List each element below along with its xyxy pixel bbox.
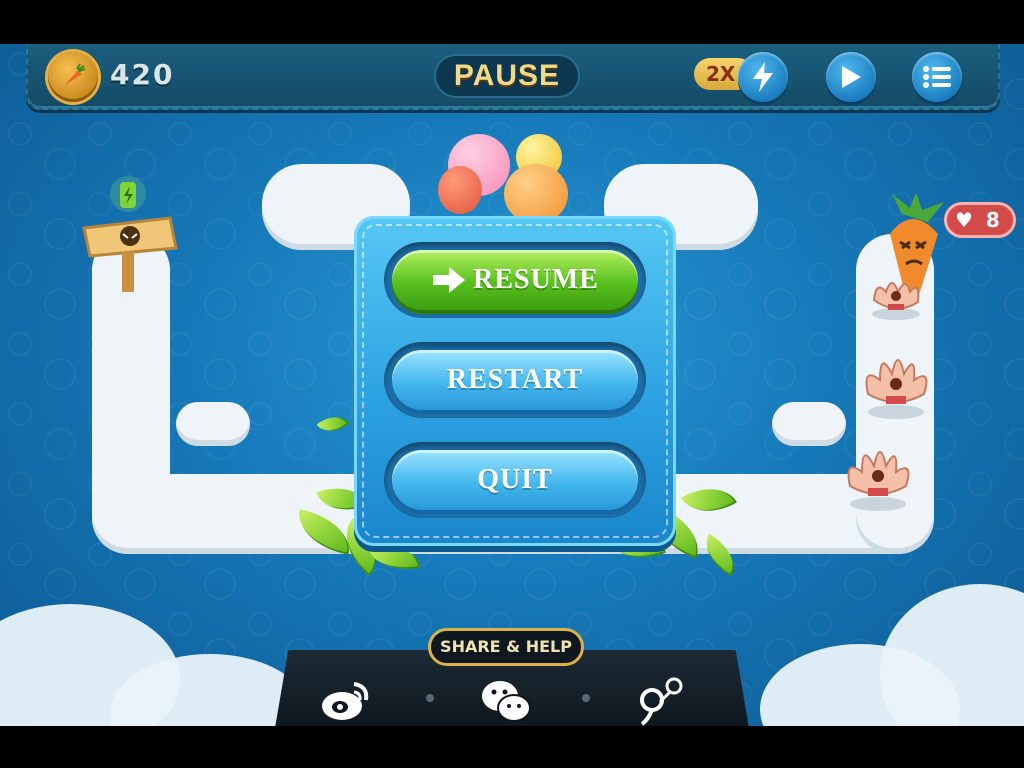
- lives-count: 8: [985, 208, 1000, 232]
- weibo-icon[interactable]: [318, 672, 374, 726]
- play-icon: [842, 66, 861, 88]
- speed-lightning-button[interactable]: [738, 52, 788, 102]
- arrow-right-icon: [433, 266, 466, 293]
- small-cloud: [176, 402, 250, 446]
- resume-slot: RESUME: [384, 242, 646, 318]
- menu-button[interactable]: [912, 52, 962, 102]
- top-hud: 420 PAUSE 2X: [26, 44, 1000, 110]
- monster-spawn-sign: [80, 174, 180, 298]
- pause-dialog: RESUME RESTART QUIT: [354, 216, 676, 546]
- heart-icon: ♥: [955, 208, 973, 232]
- separator-dot: [582, 694, 590, 702]
- play-button[interactable]: [826, 52, 876, 102]
- quit-slot: QUIT: [384, 442, 646, 518]
- lightning-icon: [753, 62, 773, 92]
- gold-counter: 420: [110, 58, 175, 91]
- restart-button[interactable]: RESTART: [392, 350, 638, 410]
- monster: [866, 270, 926, 324]
- balloon: [438, 166, 482, 214]
- carrot-coin-icon: [48, 52, 98, 102]
- balloon: [504, 164, 568, 224]
- resume-label: RESUME: [473, 264, 599, 295]
- tencent-weibo-icon[interactable]: [634, 672, 690, 726]
- lives-badge: ♥ 8: [944, 202, 1016, 238]
- share-help-label: SHARE & HELP: [428, 628, 584, 666]
- resume-button[interactable]: RESUME: [392, 250, 638, 310]
- monster: [840, 436, 916, 516]
- pause-title: PAUSE: [434, 54, 580, 98]
- separator-dot: [426, 694, 434, 702]
- wechat-icon[interactable]: [478, 672, 534, 726]
- small-cloud: [772, 402, 846, 446]
- game-screen: 420 PAUSE 2X ♥ 8 RESUME RESTART QUIT SHA…: [0, 44, 1024, 726]
- menu-list-icon: [923, 66, 951, 88]
- monster: [858, 344, 934, 424]
- restart-slot: RESTART: [384, 342, 646, 418]
- quit-button[interactable]: QUIT: [392, 450, 638, 510]
